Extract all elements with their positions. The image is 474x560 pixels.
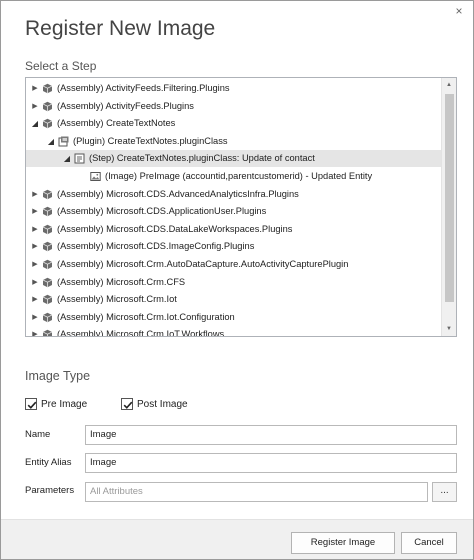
checkmark-icon: [27, 401, 37, 409]
tree-item[interactable]: ▶ (Assembly) Microsoft.Crm.CFS: [26, 274, 442, 291]
collapsed-chevron-icon[interactable]: ▶: [30, 274, 40, 291]
entity-alias-field[interactable]: Image: [85, 453, 457, 473]
collapsed-chevron-icon[interactable]: ▶: [30, 186, 40, 203]
tree-item[interactable]: ◢ (Step) CreateTextNotes.pluginClass: Upd…: [26, 150, 442, 168]
tree-item[interactable]: ◢ (Plugin) CreateTextNotes.pluginClass: [26, 133, 442, 150]
scroll-down-icon[interactable]: ▼: [442, 322, 456, 336]
assembly-icon: [42, 312, 53, 323]
post-image-label: Post Image: [137, 399, 188, 410]
collapsed-chevron-icon[interactable]: ▶: [30, 238, 40, 255]
tree-item-label: (Plugin) CreateTextNotes.pluginClass: [73, 135, 228, 146]
tree-item-label: (Assembly) Microsoft.CDS.ImageConfig.Plu…: [57, 241, 255, 252]
cancel-button[interactable]: Cancel: [401, 532, 457, 554]
name-field[interactable]: Image: [85, 425, 457, 445]
step-tree[interactable]: ▶ (Assembly) ActivityFeeds.Filtering.Plug…: [25, 77, 457, 337]
expanded-chevron-icon[interactable]: ◢: [46, 133, 56, 150]
scroll-thumb[interactable]: [445, 94, 454, 302]
pre-image-label: Pre Image: [41, 399, 88, 410]
dialog-title: Register New Image: [25, 17, 216, 40]
tree-item[interactable]: ▶ (Assembly) ActivityFeeds.Filtering.Plug…: [26, 80, 442, 97]
collapsed-chevron-icon[interactable]: ▶: [30, 326, 40, 336]
image-type-label: Image Type: [25, 369, 91, 383]
assembly-icon: [42, 83, 53, 94]
plugin-icon: [58, 136, 69, 147]
tree-item-label: (Assembly) Microsoft.CDS.AdvancedAnalyti…: [57, 188, 299, 199]
browse-parameters-button[interactable]: ...: [432, 482, 457, 502]
collapsed-chevron-icon[interactable]: ▶: [30, 221, 40, 238]
tree-item[interactable]: ▶ (Assembly) Microsoft.Crm.Iot.Configurat…: [26, 309, 442, 326]
tree-item[interactable]: ▶ (Assembly) Microsoft.CDS.DataLakeWorksp…: [26, 221, 442, 238]
assembly-icon: [42, 118, 53, 129]
assembly-icon: [42, 241, 53, 252]
assembly-icon: [42, 294, 53, 305]
tree-item[interactable]: ▶ (Assembly) ActivityFeeds.Plugins: [26, 98, 442, 115]
parameters-label: Parameters: [25, 485, 75, 496]
tree-item-label: (Assembly) Microsoft.Crm.IoT.Workflows: [57, 329, 225, 337]
tree-item-label: (Assembly) ActivityFeeds.Plugins: [57, 100, 194, 111]
tree-item-label: (Assembly) Microsoft.Crm.AutoDataCapture…: [57, 259, 349, 269]
assembly-icon: [42, 206, 53, 217]
collapsed-chevron-icon[interactable]: ▶: [30, 80, 40, 97]
assembly-icon: [42, 259, 53, 270]
name-label: Name: [25, 429, 51, 440]
expanded-chevron-icon[interactable]: ◢: [62, 150, 72, 167]
assembly-icon: [42, 189, 53, 200]
collapsed-chevron-icon[interactable]: ▶: [30, 98, 40, 115]
tree-item-label: (Assembly) Microsoft.Crm.Iot.Configurati…: [57, 311, 235, 322]
tree-item-label: (Assembly) ActivityFeeds.Filtering.Plugi…: [57, 83, 230, 93]
image-icon: [90, 171, 101, 182]
collapsed-chevron-icon[interactable]: ▶: [30, 309, 40, 326]
parameters-field[interactable]: All Attributes: [85, 482, 428, 502]
close-icon[interactable]: ×: [451, 3, 467, 19]
tree-item[interactable]: (Image) PreImage (accountid,parentcustom…: [26, 168, 442, 185]
tree-item-label: (Step) CreateTextNotes.pluginClass: Upda…: [89, 153, 315, 164]
step-icon: [74, 153, 85, 164]
assembly-icon: [42, 277, 53, 288]
tree-item-label: (Assembly) CreateTextNotes: [57, 118, 176, 129]
assembly-icon: [42, 224, 53, 235]
select-step-label: Select a Step: [25, 59, 97, 73]
assembly-icon: [42, 329, 53, 336]
tree-item-label: (Image) PreImage (accountid,parentcustom…: [105, 171, 373, 181]
tree-item[interactable]: ◢ (Assembly) CreateTextNotes: [26, 115, 442, 132]
collapsed-chevron-icon[interactable]: ▶: [30, 256, 40, 273]
tree-item[interactable]: ▶ (Assembly) Microsoft.Crm.Iot: [26, 291, 442, 308]
collapsed-chevron-icon[interactable]: ▶: [30, 203, 40, 220]
checkmark-icon: [123, 401, 133, 409]
tree-item[interactable]: ▶ (Assembly) Microsoft.CDS.ImageConfig.Pl…: [26, 238, 442, 255]
tree-item-label: (Assembly) Microsoft.CDS.ApplicationUser…: [57, 206, 267, 217]
tree-item-label: (Assembly) Microsoft.CDS.DataLakeWorkspa…: [57, 223, 293, 234]
register-image-button[interactable]: Register Image: [291, 532, 395, 554]
register-new-image-dialog: × Register New Image Select a Step ▶ (Ass…: [0, 0, 474, 560]
entity-alias-label: Entity Alias: [25, 457, 72, 468]
tree-item[interactable]: ▶ (Assembly) Microsoft.CDS.ApplicationUse…: [26, 203, 442, 220]
tree-scrollbar[interactable]: ▲ ▼: [441, 78, 456, 336]
assembly-icon: [42, 101, 53, 112]
scroll-up-icon[interactable]: ▲: [442, 78, 456, 92]
dialog-footer: Register Image Cancel: [1, 519, 473, 559]
tree-item[interactable]: ▶ (Assembly) Microsoft.CDS.AdvancedAnalyt…: [26, 186, 442, 203]
tree-item-label: (Assembly) Microsoft.Crm.Iot: [57, 294, 177, 305]
expanded-chevron-icon[interactable]: ◢: [30, 115, 40, 132]
tree-item[interactable]: ▶ (Assembly) Microsoft.Crm.AutoDataCaptur…: [26, 256, 442, 273]
tree-item[interactable]: ▶ (Assembly) Microsoft.Crm.IoT.Workflows: [26, 326, 442, 337]
tree-item-label: (Assembly) Microsoft.Crm.CFS: [57, 276, 186, 287]
pre-image-checkbox[interactable]: [25, 398, 37, 410]
post-image-checkbox[interactable]: [121, 398, 133, 410]
collapsed-chevron-icon[interactable]: ▶: [30, 291, 40, 308]
